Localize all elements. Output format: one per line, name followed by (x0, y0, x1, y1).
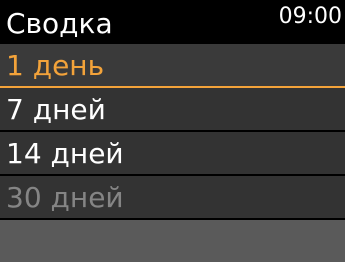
menu-item-1-day[interactable]: 1 день (0, 44, 345, 88)
device-screen: Сводка 09:00 1 день 7 дней 14 дней 30 дн… (0, 0, 345, 262)
menu-item-30-days: 30 дней (0, 176, 345, 220)
menu-item-14-days[interactable]: 14 дней (0, 132, 345, 176)
menu-item-label: 30 дней (6, 181, 124, 214)
clock-time: 09:00 (278, 4, 342, 29)
menu-item-label: 14 дней (6, 137, 124, 170)
menu-item-label: 1 день (6, 49, 105, 82)
page-title: Сводка (6, 7, 113, 40)
menu-item-label: 7 дней (6, 93, 106, 126)
menu-item-7-days[interactable]: 7 дней (0, 88, 345, 132)
header-bar: Сводка 09:00 (0, 0, 345, 44)
summary-period-menu: 1 день 7 дней 14 дней 30 дней (0, 44, 345, 220)
footer-bar (0, 220, 345, 262)
